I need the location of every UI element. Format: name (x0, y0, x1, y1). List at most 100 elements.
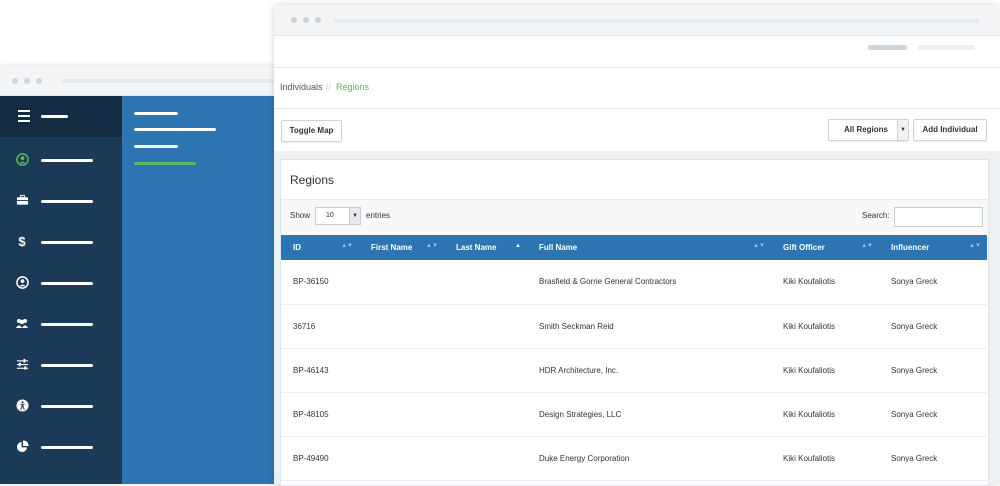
show-label: Show (290, 211, 311, 220)
cell-first-name (359, 304, 444, 348)
browser-chrome (0, 66, 300, 96)
table-header-row: ID ▲▼ First Name ▲▼ Last Name ▲ Full Name ▲▼… (281, 235, 987, 260)
regions-panel: Regions Show 10 ▼ entries Search: ID ▲▼ F… (280, 159, 989, 486)
nav-label-placeholder (41, 364, 93, 367)
window-dot (36, 78, 42, 84)
submenu-item-placeholder[interactable] (134, 112, 178, 115)
cell-influencer: Sonya Greck (891, 365, 938, 375)
person-icon (15, 276, 29, 290)
toggle-map-button[interactable]: Toggle Map (281, 120, 342, 142)
app-window: Individuals // Regions Toggle Map All Re… (274, 5, 1000, 486)
cell-gift-officer: Kiki Koufaliotis (783, 277, 836, 287)
region-select[interactable]: All Regions ▼ (828, 119, 909, 141)
cell-last-name (444, 260, 527, 304)
sidebar-item-groups[interactable] (0, 317, 122, 357)
sidebar-item-donations[interactable]: $ (0, 235, 122, 275)
cell-gift-officer: Kiki Koufaliotis (783, 321, 836, 331)
submenu-item-placeholder[interactable] (134, 128, 216, 131)
nav-label-placeholder (41, 405, 93, 408)
top-header (274, 36, 1000, 68)
cell-influencer: Sonya Greck (891, 453, 938, 463)
sort-icon: ▲▼ (753, 243, 765, 249)
breadcrumb: Individuals // Regions (274, 68, 1000, 109)
window-dot (303, 17, 309, 23)
cell-id: BP-46143 (293, 365, 329, 375)
page-length-value: 10 (326, 212, 334, 219)
column-influencer[interactable]: Influencer ▲▼ (879, 235, 987, 260)
breadcrumb-regions: Regions (336, 82, 370, 92)
column-full-name[interactable]: Full Name ▲▼ (527, 235, 771, 260)
chevron-down-icon: ▼ (897, 120, 908, 140)
table-row[interactable]: BP-49490 Duke Energy Corporation Kiki Ko… (281, 436, 987, 480)
sort-icon: ▲▼ (969, 243, 981, 249)
table-row[interactable]: BP-46143 HDR Architecture, Inc. Kiki Kou… (281, 348, 987, 392)
cell-last-name (444, 304, 527, 348)
sidebar-item-reports[interactable] (0, 440, 122, 480)
cell-full-name: HDR Architecture, Inc. (539, 365, 619, 375)
sidebar-item-organizations[interactable] (0, 194, 122, 234)
nav-label-placeholder (41, 200, 93, 203)
search-input[interactable] (894, 207, 983, 227)
column-label: ID (293, 243, 301, 252)
briefcase-icon (15, 194, 29, 208)
nav-label-placeholder (41, 282, 93, 285)
group-icon (15, 317, 29, 331)
chevron-down-icon: ▼ (349, 208, 360, 224)
breadcrumb-individuals[interactable]: Individuals (280, 82, 323, 92)
regions-table: ID ▲▼ First Name ▲▼ Last Name ▲ Full Name ▲▼… (281, 235, 987, 481)
sidebar-item-accessibility[interactable] (0, 399, 122, 439)
sidebar-header (0, 96, 122, 137)
toolbar: Toggle Map All Regions ▼ Add Individual (274, 109, 1000, 152)
submenu-item-active-placeholder[interactable] (134, 162, 196, 165)
column-last-name[interactable]: Last Name ▲ (444, 235, 527, 260)
cell-influencer: Sonya Greck (891, 409, 938, 419)
table-controls: Show 10 ▼ entries Search: (281, 199, 988, 238)
window-dot (315, 17, 321, 23)
column-gift-officer[interactable]: Gift Officer ▲▼ (771, 235, 879, 260)
column-id[interactable]: ID ▲▼ (281, 235, 359, 260)
logout-placeholder[interactable] (918, 45, 975, 50)
menu-icon[interactable] (18, 110, 30, 122)
column-first-name[interactable]: First Name ▲▼ (359, 235, 444, 260)
table-row[interactable]: BP-36150 Brasfield & Gorrie General Cont… (281, 260, 987, 304)
app-title-placeholder (41, 115, 68, 118)
page-length-select[interactable]: 10 ▼ (315, 207, 361, 225)
sort-icon: ▲▼ (341, 243, 353, 249)
search-label: Search: (862, 211, 890, 220)
window-dot (291, 17, 297, 23)
cell-full-name: Design Strategies, LLC (539, 409, 622, 419)
cell-first-name (359, 392, 444, 436)
cell-influencer: Sonya Greck (891, 321, 938, 331)
window-dot (12, 78, 18, 84)
pie-chart-icon (15, 440, 29, 454)
table-row[interactable]: 36716 Smith Seckman Reid Kiki Koufalioti… (281, 304, 987, 348)
content-area: Regions Show 10 ▼ entries Search: ID ▲▼ F… (274, 151, 1000, 486)
nav-label-placeholder (41, 323, 93, 326)
cell-id: BP-36150 (293, 277, 329, 287)
cell-id: BP-49490 (293, 453, 329, 463)
cell-first-name (359, 348, 444, 392)
address-bar (62, 79, 282, 83)
sidebar-item-contacts[interactable] (0, 276, 122, 316)
nav-label-placeholder (41, 159, 93, 162)
browser-chrome (274, 5, 1000, 36)
address-bar (334, 19, 979, 23)
table-row[interactable]: BP-48105 Design Strategies, LLC Kiki Kou… (281, 392, 987, 436)
submenu-item-placeholder[interactable] (134, 145, 178, 148)
add-individual-button[interactable]: Add Individual (913, 119, 987, 141)
sort-asc-icon: ▲ (515, 243, 521, 249)
region-select-value: All Regions (844, 125, 889, 134)
cell-full-name: Duke Energy Corporation (539, 453, 630, 463)
sidebar-item-settings[interactable] (0, 358, 122, 398)
user-name-placeholder[interactable] (868, 45, 907, 50)
column-label: Gift Officer (783, 243, 825, 252)
cell-gift-officer: Kiki Koufaliotis (783, 453, 836, 463)
user-circle-icon (15, 153, 29, 167)
cell-first-name (359, 436, 444, 480)
panel-title: Regions (290, 173, 335, 187)
sliders-icon (15, 358, 29, 372)
nav-label-placeholder (41, 446, 93, 449)
sidebar-item-individuals[interactable] (0, 153, 122, 193)
background-app-window: $ (0, 66, 300, 484)
cell-id: BP-48105 (293, 409, 329, 419)
